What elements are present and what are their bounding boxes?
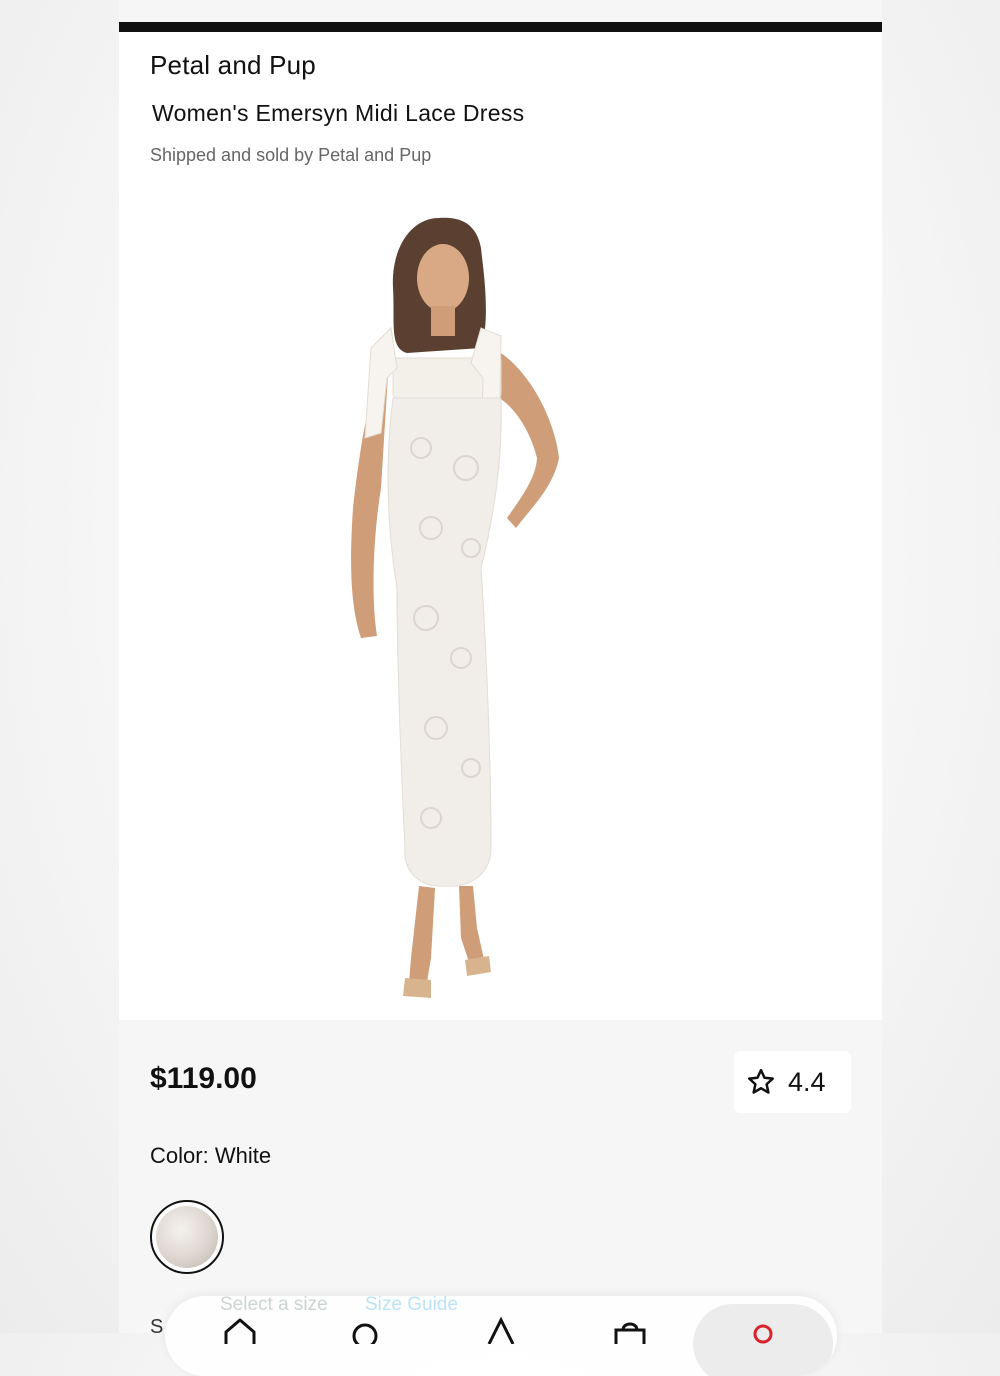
select-size-ghost-text: Select a size (220, 1296, 328, 1315)
color-value: White (214, 1143, 272, 1168)
product-header: Petal and Pup Women's Emersyn Midi Lace … (119, 32, 882, 1020)
size-label-peek: S (150, 1316, 164, 1333)
home-icon[interactable] (220, 1314, 260, 1344)
color-label: Color: (150, 1143, 209, 1168)
bag-icon[interactable] (610, 1314, 650, 1344)
seller-info: Shipped and sold by Petal and Pup (150, 145, 432, 165)
product-title: Women's Emersyn Midi Lace Dress (152, 100, 525, 126)
product-image[interactable] (331, 208, 581, 1008)
user-icon[interactable] (481, 1314, 521, 1344)
swatch-fabric-image (156, 1206, 218, 1268)
color-selection-label: Color: White (150, 1143, 271, 1169)
star-icon (748, 1068, 774, 1094)
account-icon (753, 1324, 773, 1344)
product-card: Petal and Pup Women's Emersyn Midi Lace … (119, 0, 882, 1333)
rating-badge[interactable]: 4.4 (734, 1051, 851, 1113)
bottom-navigation-bar: Select a size Size Guide (165, 1296, 837, 1376)
brand-name[interactable]: Petal and Pup (150, 50, 316, 81)
top-divider (119, 22, 882, 32)
rating-value: 4.4 (788, 1066, 826, 1097)
account-tab-active[interactable] (693, 1304, 833, 1376)
search-icon[interactable] (345, 1314, 385, 1344)
size-guide-ghost-link: Size Guide (365, 1296, 458, 1315)
color-swatch-white[interactable] (150, 1200, 224, 1274)
product-price: $119.00 (150, 1062, 257, 1095)
